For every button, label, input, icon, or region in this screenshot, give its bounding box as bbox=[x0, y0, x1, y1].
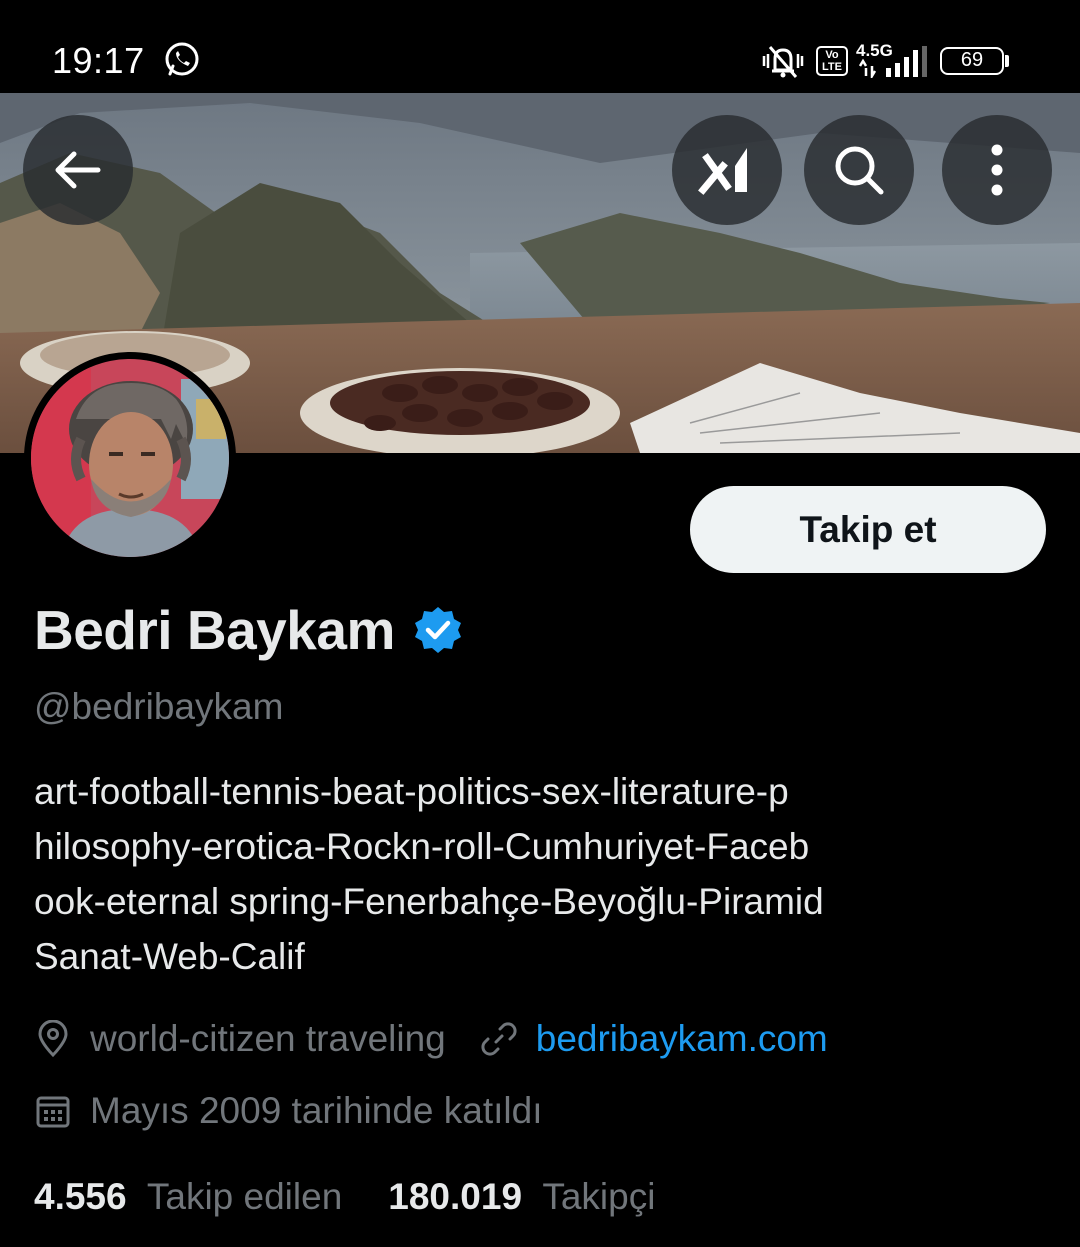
verified-badge-icon[interactable] bbox=[413, 605, 463, 655]
display-name: Bedri Baykam bbox=[34, 599, 395, 661]
whatsapp-icon bbox=[165, 42, 199, 76]
following-count: 4.556 bbox=[34, 1176, 127, 1217]
avatar-photo bbox=[31, 359, 229, 557]
followers-label: Takipçi bbox=[542, 1176, 656, 1217]
profile-meta-joined: Mayıs 2009 tarihinde katıldı bbox=[34, 1090, 542, 1132]
battery-nub bbox=[1005, 55, 1009, 67]
profile-bio: art-football-tennis-beat-politics-sex-li… bbox=[34, 771, 824, 977]
volte-icon: Vo LTE bbox=[816, 46, 848, 76]
followers-link[interactable]: 180.019 Takipçi bbox=[388, 1176, 655, 1218]
following-label: Takip edilen bbox=[146, 1176, 343, 1217]
follow-button[interactable]: Takip et bbox=[690, 486, 1046, 573]
followers-count: 180.019 bbox=[388, 1176, 523, 1217]
more-vertical-icon bbox=[991, 144, 1003, 196]
battery-level: 69 bbox=[960, 49, 984, 71]
mute-icon bbox=[762, 46, 804, 78]
location-pin-icon bbox=[38, 1020, 68, 1058]
search-button[interactable] bbox=[804, 115, 914, 225]
status-time: 19:17 bbox=[52, 40, 145, 81]
joined-date-text: Mayıs 2009 tarihinde katıldı bbox=[90, 1090, 543, 1131]
following-link[interactable]: 4.556 Takip edilen bbox=[34, 1176, 342, 1218]
grok-button[interactable] bbox=[672, 115, 782, 225]
profile-meta-location-website: world-citizen traveling bedribaykam.com bbox=[34, 1018, 828, 1060]
avatar[interactable] bbox=[24, 352, 236, 564]
location-text: world-citizen traveling bbox=[90, 1018, 446, 1059]
search-icon bbox=[835, 146, 884, 195]
arrow-left-icon bbox=[55, 151, 101, 189]
back-button[interactable] bbox=[23, 115, 133, 225]
link-icon bbox=[481, 1022, 517, 1056]
name-row: Bedri Baykam bbox=[34, 598, 463, 662]
calendar-icon bbox=[36, 1096, 70, 1128]
more-options-button[interactable] bbox=[942, 115, 1052, 225]
status-bar: 19:17 Vo LTE 4.5G 69 bbox=[0, 0, 1080, 93]
website-link[interactable]: bedribaykam.com bbox=[536, 1018, 828, 1060]
grok-icon bbox=[698, 148, 747, 195]
signal-icon bbox=[858, 46, 927, 78]
follow-counts: 4.556 Takip edilen 180.019 Takipçi bbox=[34, 1176, 655, 1218]
user-handle: @bedribaykam bbox=[34, 686, 284, 727]
